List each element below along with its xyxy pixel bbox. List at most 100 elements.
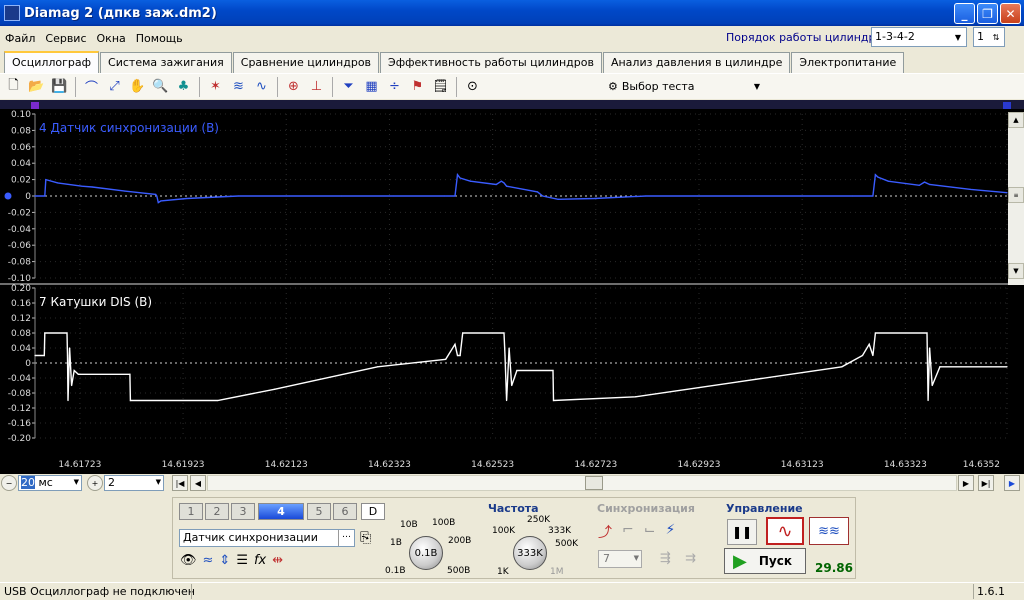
horizontal-scrollbar[interactable]	[207, 475, 957, 491]
zoom-unit: мс	[38, 476, 53, 489]
data-point	[155, 193, 157, 195]
scroll-up-icon[interactable]: ▲	[1008, 112, 1024, 128]
y-tick-label: -0.02	[8, 208, 31, 218]
channel-5-button[interactable]: 5	[307, 503, 331, 520]
offset-icon[interactable]: ⇕	[219, 553, 230, 568]
tab-cylinder-compare[interactable]: Сравнение цилиндров	[232, 52, 380, 73]
pause-icon[interactable]: ❚❚	[727, 519, 757, 545]
hand-icon[interactable]: ✋	[126, 75, 149, 98]
sync-front-icon[interactable]: ⌐	[622, 522, 634, 542]
multi-wave-icon[interactable]: ≋≋	[809, 517, 849, 545]
zoom-out-icon[interactable]: −	[1, 475, 17, 491]
zoom-icon[interactable]: 🔍	[149, 75, 172, 98]
open-folder-icon[interactable]: 📂	[25, 75, 48, 98]
play-icon[interactable]: ▶	[1004, 475, 1020, 491]
channel-6-button[interactable]: 6	[333, 503, 357, 520]
wave-icon[interactable]: ≈	[203, 553, 214, 568]
lines-icon[interactable]: ☰	[236, 553, 248, 568]
new-file-icon[interactable]: 🗋	[2, 75, 25, 98]
channel-d-button[interactable]: D	[361, 503, 385, 520]
frequency-knob[interactable]: 333K	[513, 536, 547, 570]
data-point	[73, 369, 75, 372]
first-page-icon[interactable]: |◀	[172, 475, 188, 491]
signal-3-icon[interactable]: ∿	[250, 75, 273, 98]
tab-power-supply[interactable]: Электропитание	[791, 52, 905, 73]
menu-windows[interactable]: Окна	[92, 32, 131, 45]
sync-shift-icon[interactable]: ⇉	[685, 551, 696, 566]
sensor-field[interactable]: Датчик синхронизации …	[179, 529, 355, 547]
fx-icon[interactable]: fx	[254, 553, 266, 568]
flag-icon[interactable]: ⚑	[406, 75, 429, 98]
scroll-down-icon[interactable]: ▼	[1008, 263, 1024, 279]
firing-order-select[interactable]: 1-3-4-2 ▼	[871, 27, 967, 47]
sync-channel-select[interactable]: 7 ▼	[598, 550, 642, 568]
scroll-thumb[interactable]: ≡	[1008, 187, 1024, 203]
sync-tools: ⤴ ⌐ ⌙ ⚡	[598, 522, 675, 542]
data-point	[456, 354, 459, 357]
amp-label-100v: 100В	[432, 518, 456, 528]
eye-icon[interactable]: 👁	[180, 553, 197, 568]
close-button[interactable]: ✕	[1000, 3, 1021, 24]
data-point	[456, 174, 459, 176]
minimize-button[interactable]: _	[954, 3, 975, 24]
next-icon[interactable]: ▶	[958, 475, 974, 491]
divider-icon[interactable]: ÷	[383, 75, 406, 98]
zero-icon[interactable]: ⊥	[305, 75, 328, 98]
cylinder-select[interactable]: 1 ⇅	[973, 27, 1005, 47]
cursor-a-icon[interactable]: ⌒	[80, 75, 103, 98]
grid-icon[interactable]: ▦	[360, 75, 383, 98]
data-point	[469, 180, 472, 182]
oscilloscope-area[interactable]: 0.10 0.08 0.06 0.04 0.02 0 -0.02 -0.04 -0.06 -0.0…	[0, 100, 1024, 474]
y-tick-label: 0.02	[11, 176, 31, 186]
test-select[interactable]: ⚙ Выбор теста ▼	[608, 76, 766, 96]
data-point	[445, 358, 447, 360]
test-select-label: Выбор теста	[621, 79, 695, 93]
channel-2-button[interactable]: 2	[205, 503, 229, 520]
freq-label-100k: 100K	[492, 526, 516, 536]
toolbar: 🗋 📂 💾 ⌒ ⤢ ✋ 🔍 ♣ ✶ ≋ ∿ ⊕ ⊥ ⏷ ▦ ÷ ⚑ 🗒 ⊙	[0, 73, 1024, 99]
probe-icon[interactable]: ⎘	[360, 530, 371, 546]
sync-level-icon[interactable]: ⇶	[660, 551, 671, 566]
scroll-thumb-horizontal[interactable]	[585, 476, 603, 490]
zoom-in-icon[interactable]: +	[87, 475, 103, 491]
single-wave-icon[interactable]: ∿	[766, 517, 804, 545]
menu-file[interactable]: Файл	[0, 32, 40, 45]
page-field[interactable]: 2 ▼	[104, 475, 164, 491]
gear-icon: ⚙	[608, 79, 618, 93]
amplitude-knob[interactable]: 0.1В	[409, 536, 443, 570]
channel-4-button[interactable]: 4	[258, 503, 304, 520]
channel-3-button[interactable]: 3	[231, 503, 255, 520]
menu-service[interactable]: Сервис	[40, 32, 91, 45]
sync-fall-icon[interactable]: ⌙	[644, 522, 656, 542]
tab-cylinder-efficiency[interactable]: Эффективность работы цилиндров	[380, 52, 602, 73]
data-point	[500, 180, 502, 182]
signal-2-icon[interactable]: ≋	[227, 75, 250, 98]
data-point	[459, 354, 461, 357]
trigger-icon[interactable]: ⇹	[272, 553, 283, 568]
y-tick-label: 0.04	[11, 344, 31, 354]
start-button[interactable]: ▶ Пуск	[724, 548, 806, 574]
tab-pressure-analysis[interactable]: Анализ давления в цилиндре	[602, 52, 791, 73]
channel-1-button[interactable]: 1	[179, 503, 203, 520]
vertical-scrollbar[interactable]: ▲ ≡ ▼	[1008, 112, 1024, 285]
marker-2	[1003, 102, 1011, 109]
sync-rise-icon[interactable]: ⤴	[598, 522, 612, 542]
maximize-button[interactable]: ❐	[977, 3, 998, 24]
last-page-icon[interactable]: ▶|	[978, 475, 994, 491]
tree-icon[interactable]: ♣	[172, 75, 195, 98]
filter-icon[interactable]: ⏷	[337, 75, 360, 98]
tab-ignition[interactable]: Система зажигания	[100, 52, 232, 73]
tab-oscilloscope[interactable]: Осциллограф	[4, 51, 100, 73]
notes-icon[interactable]: 🗒	[429, 75, 452, 98]
save-icon[interactable]: 💾	[48, 75, 71, 98]
cursor-b-icon[interactable]: ⤢	[103, 75, 126, 98]
zoom-field[interactable]: 20 мс ▼	[18, 475, 82, 491]
chart-title: 4 Датчик синхронизации (В)	[39, 121, 219, 135]
signal-1-icon[interactable]: ✶	[204, 75, 227, 98]
menu-help[interactable]: Помощь	[131, 32, 188, 45]
auto-icon[interactable]: ⊙	[461, 75, 484, 98]
sync-auto-icon[interactable]: ⚡	[665, 522, 675, 542]
prev-icon[interactable]: ◀	[190, 475, 206, 491]
auto-scale-icon[interactable]: ⊕	[282, 75, 305, 98]
data-point	[66, 354, 69, 357]
